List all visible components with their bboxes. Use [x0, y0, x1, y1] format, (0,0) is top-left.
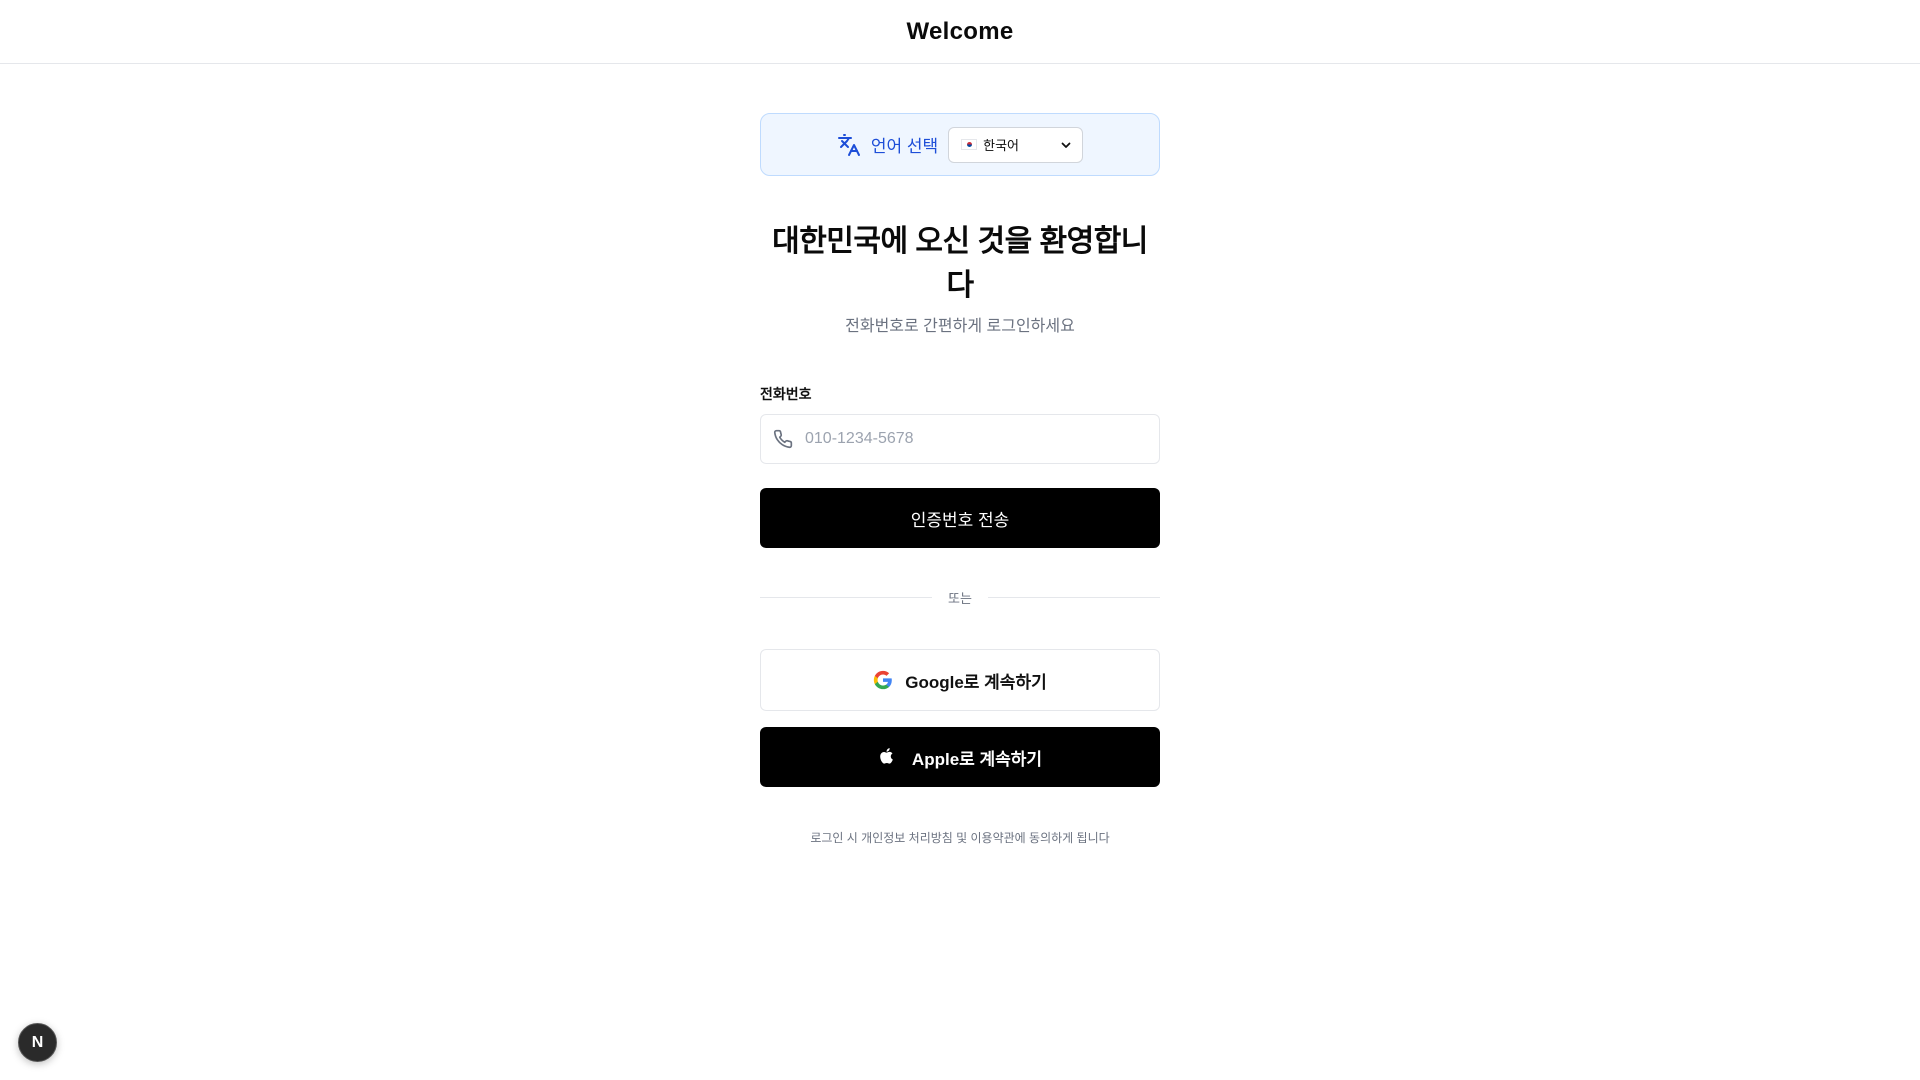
- google-login-label: Google로 계속하기: [905, 672, 1047, 692]
- google-icon: [873, 670, 893, 690]
- language-selected-value: 한국어: [983, 138, 1020, 153]
- dev-tools-badge[interactable]: N: [18, 1023, 57, 1062]
- apple-login-label: Apple로 계속하기: [911, 749, 1043, 769]
- send-code-button[interactable]: 인증번호 전송: [760, 488, 1160, 548]
- login-container: 언어 선택 한국어 대한민국에 오신 것을 환영합니다 전화번호로 간편하게 로…: [760, 113, 1161, 858]
- dev-tools-badge-letter: N: [31, 1033, 44, 1051]
- phone-input[interactable]: [803, 429, 1147, 449]
- divider-line-right: [987, 597, 1161, 598]
- korea-flag-icon: [961, 139, 978, 150]
- divider-text: 또는: [948, 591, 972, 606]
- apple-login-button[interactable]: Apple로 계속하기: [760, 727, 1160, 787]
- divider-line-left: [760, 597, 933, 598]
- language-selector-panel: 언어 선택 한국어: [760, 113, 1160, 176]
- language-select[interactable]: 한국어: [948, 126, 1084, 163]
- google-login-button[interactable]: Google로 계속하기: [760, 649, 1160, 711]
- translate-icon: [837, 133, 861, 157]
- chevron-down-icon: [1060, 139, 1072, 151]
- phone-icon: [773, 429, 793, 449]
- page-header-title: Welcome: [906, 17, 1014, 45]
- welcome-title: 대한민국에 오신 것을 환영합니다: [772, 225, 1148, 302]
- top-bar: Welcome: [0, 0, 1920, 64]
- or-divider: 또는: [760, 588, 1161, 607]
- terms-notice: 로그인 시 개인정보 처리방침 및 이용약관에 동의하게 됩니다: [810, 831, 1110, 845]
- phone-input-wrapper: [760, 414, 1160, 464]
- apple-icon: [878, 747, 898, 767]
- welcome-subtitle: 전화번호로 간편하게 로그인하세요: [845, 318, 1075, 335]
- language-label: 언어 선택: [870, 137, 939, 156]
- send-code-label: 인증번호 전송: [910, 510, 1010, 530]
- phone-label: 전화번호: [760, 386, 812, 402]
